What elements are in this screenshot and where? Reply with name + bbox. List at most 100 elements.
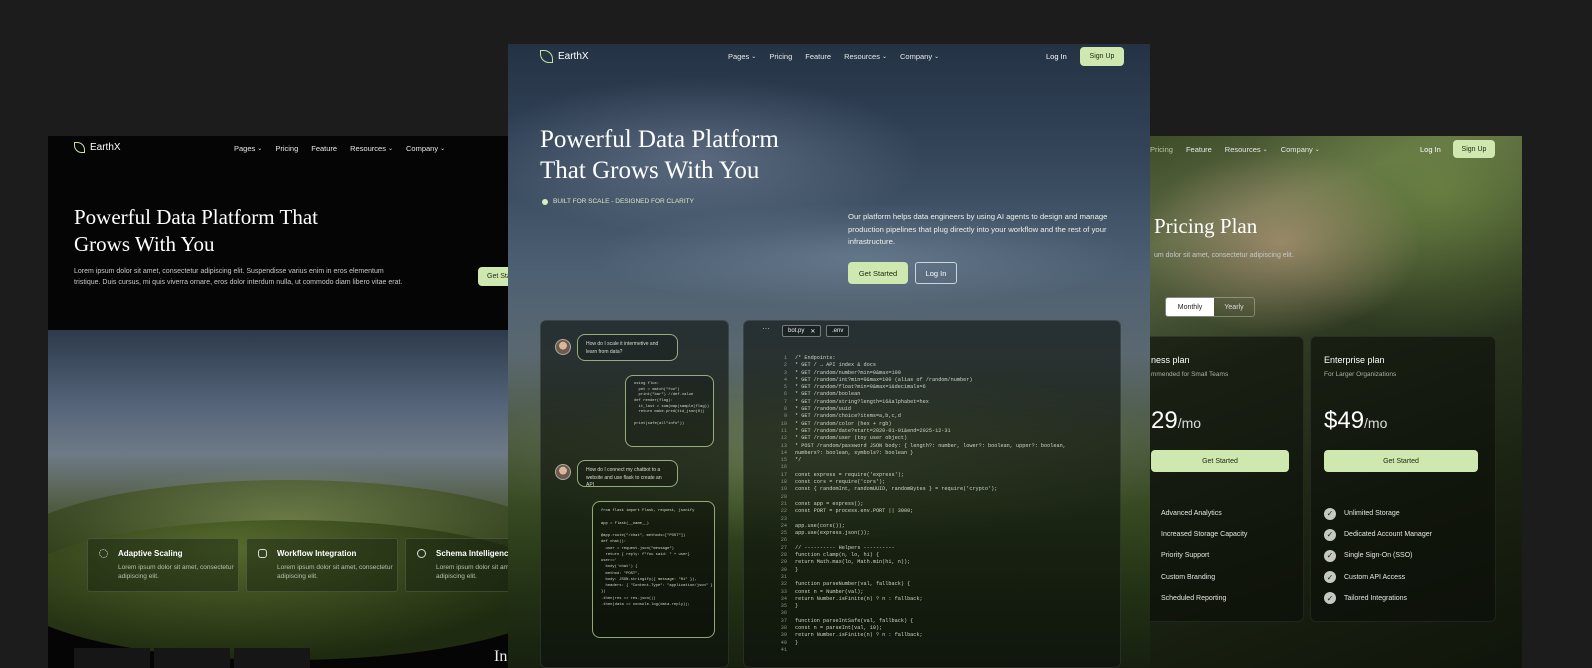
line-number: 23	[780, 515, 787, 522]
brand-logo[interactable]: EarthX	[540, 50, 589, 63]
code-line: 32 function parseNumber(val, fallback) {	[771, 581, 1116, 588]
get-started-button[interactable]: Get Started	[848, 262, 908, 284]
code-line: 3 * GET /random/number?min=0&max=100	[771, 370, 1116, 377]
code-line: 21 const app = express();	[771, 501, 1116, 508]
check-icon: ✓	[1324, 528, 1336, 541]
login-link[interactable]: Log In	[1046, 52, 1067, 61]
nav-pricing[interactable]: Pricing	[275, 144, 298, 153]
plan-price-period: /mo	[1364, 415, 1388, 431]
code-line: 23	[771, 516, 1116, 523]
code-line: 24 app.use(cors());	[771, 523, 1116, 530]
hero-badge: BUILT FOR SCALE - DESIGNED FOR CLARITY	[542, 198, 694, 205]
code-text: const cors = require('cors');	[795, 479, 886, 486]
line-number: 27	[780, 544, 787, 551]
code-line: 7 * GET /random/string?length=16&alphabe…	[771, 399, 1116, 406]
code-line: 36	[771, 610, 1116, 617]
nav-pricing[interactable]: Pricing	[1150, 145, 1173, 154]
plan-feature-list: ✓ Unlimited Storage ✓ Dedicated Account Ma…	[1324, 503, 1432, 609]
code-line: 39 return Number.isFinite(n) ? n : fallb…	[771, 632, 1116, 639]
nav-resources[interactable]: Resources ⌄	[844, 52, 887, 61]
nav-company[interactable]: Company ⌄	[406, 144, 445, 153]
plan-name: Enterprise plan	[1324, 355, 1385, 365]
chevron-down-icon: ⌄	[751, 54, 757, 60]
plan-feature-label: Custom Branding	[1161, 573, 1216, 581]
chat-answer-code: from flask import Flask, request, jsonif…	[592, 501, 715, 638]
get-started-button[interactable]: Get Started	[1151, 450, 1289, 472]
code-text: }	[795, 639, 799, 646]
nav-resources[interactable]: Resources ⌄	[1225, 145, 1268, 154]
nav-resources-label: Resources	[1224, 145, 1261, 154]
line-number: 10	[780, 420, 787, 427]
toggle-monthly[interactable]: Monthly	[1166, 298, 1214, 316]
line-number: 28	[780, 552, 787, 559]
code-text: function parseIntSafe(val, fallback) {	[795, 617, 914, 624]
nav-resources-label: Resources	[844, 52, 880, 61]
plan-feature: ✓ Single Sign-On (SSO)	[1324, 545, 1432, 566]
line-number: 7	[783, 398, 787, 405]
code-text: * GET /random/color (hex + rgb)	[795, 420, 892, 427]
nav-feature[interactable]: Feature	[311, 144, 337, 153]
nav-company[interactable]: Company ⌄	[1281, 145, 1320, 154]
signup-button[interactable]: Sign Up	[1453, 140, 1495, 158]
plan-feature-label: Custom API Access	[1344, 573, 1406, 581]
brand-logo[interactable]: EarthX	[74, 142, 121, 153]
line-number: 2	[783, 362, 787, 369]
plan-feature: ✓Increased Storage Capacity	[1141, 524, 1247, 545]
plan-subtitle: mmended for Small Teams	[1151, 371, 1229, 378]
line-number: 13	[780, 442, 787, 449]
nav-pricing[interactable]: Pricing	[769, 52, 792, 61]
code-line: 9 * GET /random/choice?items=a,b,c,d	[771, 413, 1116, 420]
plan-feature: ✓ Dedicated Account Manager	[1324, 524, 1432, 545]
plan-feature: ✓ Tailored Integrations	[1324, 588, 1432, 609]
nav-pages[interactable]: Pages ⌄	[728, 52, 756, 61]
plan-feature-label: Priority Support	[1161, 552, 1210, 560]
code-text: return Number.isFinite(n) ? n : fallback…	[795, 595, 923, 602]
chevron-down-icon: ⌄	[1262, 147, 1268, 153]
close-icon[interactable]: ✕	[810, 328, 815, 335]
file-tab-label: .env	[832, 328, 844, 334]
check-icon: ✓	[1324, 507, 1336, 520]
plan-feature-label: Tailored Integrations	[1344, 594, 1408, 602]
hero-title-line: Powerful Data Platform	[540, 126, 779, 153]
top-nav: Pages ⌄ Pricing Feature Resources ⌄ Compan…	[234, 144, 458, 153]
line-number: 9	[783, 413, 787, 420]
code-line: 15 */	[771, 457, 1116, 464]
nav-feature[interactable]: Feature	[805, 52, 831, 61]
pricing-title: Pricing Plan	[1154, 214, 1258, 238]
login-link[interactable]: Log In	[1420, 145, 1441, 154]
line-number: 29	[780, 559, 787, 566]
chevron-down-icon: ⌄	[934, 54, 940, 60]
plan-price-period: /mo	[1177, 415, 1202, 431]
code-line: 8 * GET /random/uuid	[771, 406, 1116, 413]
chat-question: How do I scale it intermetive and learn …	[577, 334, 678, 361]
code-line: 4 * GET /random/int?min=0&max=100 (alias…	[771, 377, 1116, 384]
code-text: const express = require('express');	[795, 471, 904, 478]
line-number: 38	[780, 624, 787, 631]
hero-title-line: That Grows With You	[540, 157, 760, 184]
line-number: 14	[780, 449, 787, 456]
nav-feature[interactable]: Feature	[1186, 145, 1212, 154]
code-text: const n = parseInt(val, 10);	[795, 624, 883, 631]
chevron-down-icon: ⌄	[440, 146, 446, 152]
plan-feature: ✓Custom Branding	[1141, 567, 1247, 588]
file-tab[interactable]: .env	[826, 325, 850, 337]
line-number: 41	[780, 646, 787, 653]
get-started-button[interactable]: Get Started	[1324, 450, 1478, 472]
nav-company-label: Company	[1280, 145, 1313, 154]
code-line: 1 /* Endpoints:	[771, 355, 1116, 362]
hero-description: Lorem ipsum dolor sit amet, consectetur …	[74, 266, 402, 288]
more-icon[interactable]: ···	[762, 324, 770, 333]
plan-feature: ✓Priority Support	[1141, 545, 1247, 566]
plan-card-enterprise: Enterprise plan For Larger Organizations…	[1310, 336, 1496, 622]
toggle-yearly[interactable]: Yearly	[1214, 298, 1254, 316]
nav-company-label: Company	[406, 144, 439, 153]
nav-pages[interactable]: Pages ⌄	[234, 144, 262, 153]
signup-button[interactable]: Sign Up	[1080, 47, 1124, 66]
code-line: 14 numbers?: boolean, symbols?: boolean }	[771, 450, 1116, 457]
code-line: 16	[771, 464, 1116, 471]
code-line: 5 * GET /random/float?min=0&max=1&decima…	[771, 384, 1116, 391]
login-button[interactable]: Log In	[915, 262, 957, 284]
nav-resources[interactable]: Resources ⌄	[350, 144, 393, 153]
nav-company[interactable]: Company ⌄	[900, 52, 939, 61]
file-tab-active[interactable]: bot.py ✕	[782, 325, 822, 337]
